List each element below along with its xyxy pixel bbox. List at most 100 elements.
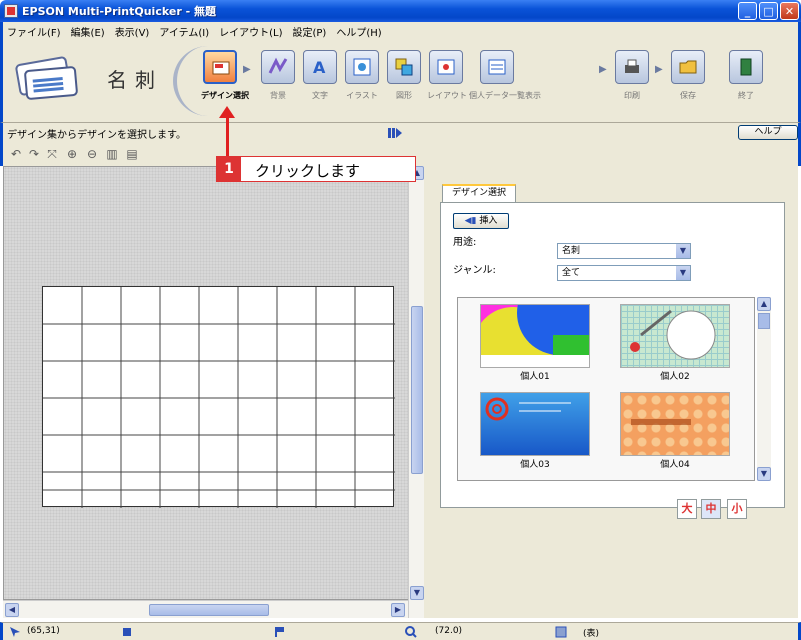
page-icon	[555, 626, 567, 638]
zoom-value: (72.0)	[435, 626, 463, 636]
step-instruction: クリックします	[255, 162, 361, 180]
design-thumbnail-list: 個人01 個人02 個人03 個人04	[457, 297, 755, 481]
layout-icon	[429, 50, 463, 84]
main-toolbar: 名刺 デザイン選択 ▶ 背景 A 文字 イラスト 図形 レイアウト 個人データ一…	[0, 40, 801, 122]
window-title: EPSON Multi-PrintQuicker - 無題	[22, 5, 216, 18]
size-small-button[interactable]: 小	[727, 499, 747, 519]
chevron-down-icon[interactable]: ▼	[676, 244, 690, 258]
scroll-down-icon[interactable]: ▼	[410, 586, 424, 600]
tool-label: 背景	[270, 91, 286, 100]
thumbnail-scrollbar[interactable]: ▲ ▼	[757, 297, 771, 481]
maximize-icon: □	[763, 4, 774, 18]
scroll-down-icon[interactable]: ▼	[757, 467, 771, 481]
help-button[interactable]: ヘルプ	[738, 125, 798, 140]
hint-text: デザイン集からデザインを選択します。	[7, 130, 186, 141]
tool-label: 保存	[680, 91, 696, 100]
scroll-right-icon[interactable]: ▶	[391, 603, 405, 617]
tool-save[interactable]: 保存	[669, 50, 707, 108]
shape-icon	[387, 50, 421, 84]
design-panel: デザイン選択 ◀▮ 挿入 用途: 名刺 ▼ ジャンル: 全て ▼ 個人01 個人…	[424, 166, 798, 618]
genre-select[interactable]: 全て ▼	[557, 265, 691, 281]
chevron-down-icon[interactable]: ▼	[676, 266, 690, 280]
pointer-icon	[121, 626, 133, 638]
usage-select[interactable]: 名刺 ▼	[557, 243, 691, 259]
size-medium-button[interactable]: 中	[701, 499, 721, 519]
tool-text[interactable]: A 文字	[301, 50, 339, 108]
tool-background[interactable]: 背景	[259, 50, 297, 108]
tool-layout[interactable]: レイアウト	[427, 50, 467, 108]
insert-label: 挿入	[479, 216, 498, 226]
close-button[interactable]: ✕	[780, 2, 799, 20]
card-sheet-grid[interactable]	[42, 286, 395, 508]
tool-print[interactable]: 印刷	[613, 50, 651, 108]
canvas-vertical-scrollbar[interactable]: ▲ ▼	[408, 166, 424, 618]
callout-arrow-head	[219, 106, 235, 118]
menu-settings[interactable]: 設定(P)	[292, 24, 326, 39]
tab-design-select[interactable]: デザイン選択	[442, 184, 516, 202]
tool-personal-data[interactable]: 個人データ一覧表示	[469, 50, 541, 108]
scroll-thumb[interactable]	[149, 604, 269, 616]
usage-label: 用途:	[453, 237, 477, 248]
fit-icon[interactable]: ⤧	[45, 147, 59, 161]
background-icon	[261, 50, 295, 84]
size-large-button[interactable]: 大	[677, 499, 697, 519]
scroll-thumb[interactable]	[411, 306, 423, 474]
instruction-callout: 1 クリックします	[216, 156, 416, 182]
tool-illustration[interactable]: イラスト	[343, 50, 381, 108]
tool-design-select[interactable]: デザイン選択	[201, 50, 249, 108]
exit-icon	[729, 50, 763, 84]
tool-shape[interactable]: 図形	[385, 50, 423, 108]
tool-label: 個人データ一覧表示	[469, 91, 541, 100]
flow-arrow-icon: ▶	[243, 64, 251, 75]
tool-exit[interactable]: 終了	[727, 50, 765, 108]
canvas-area[interactable]	[3, 166, 421, 600]
design-preview-image	[620, 304, 730, 368]
design-preview-image	[620, 392, 730, 456]
menu-view[interactable]: 表示(V)	[115, 24, 150, 39]
tool-label: 終了	[738, 91, 754, 100]
menu-help[interactable]: ヘルプ(H)	[336, 24, 381, 39]
scroll-up-icon[interactable]: ▲	[757, 297, 771, 311]
cursor-icon	[9, 626, 21, 638]
tool-label: 印刷	[624, 91, 640, 100]
toggle-panel-icon[interactable]	[388, 128, 402, 138]
zoom-out-icon[interactable]: ⊖	[85, 147, 99, 161]
tool-label: 図形	[396, 91, 412, 100]
undo-icon[interactable]: ↶	[9, 147, 23, 161]
thumbnail-caption: 個人03	[520, 460, 550, 470]
design-thumbnail[interactable]: 個人04	[610, 390, 740, 472]
maximize-button[interactable]: □	[759, 2, 778, 20]
text-icon: A	[303, 50, 337, 84]
menu-edit[interactable]: 編集(E)	[71, 24, 105, 39]
insert-button[interactable]: ◀▮ 挿入	[453, 213, 509, 229]
design-thumbnail[interactable]: 個人01	[470, 302, 600, 384]
genre-label: ジャンル:	[453, 265, 496, 276]
flag-icon	[273, 626, 285, 638]
design-thumbnail[interactable]: 個人02	[610, 302, 740, 384]
scroll-thumb[interactable]	[758, 313, 770, 329]
properties-icon[interactable]: ▤	[125, 147, 139, 161]
menu-layout[interactable]: レイアウト(L)	[219, 24, 282, 39]
menu-file[interactable]: ファイル(F)	[7, 24, 61, 39]
callout-arrow	[226, 114, 229, 158]
flow-arrow-icon: ▶	[599, 64, 607, 75]
menu-item[interactable]: アイテム(I)	[159, 24, 209, 39]
zoom-in-icon[interactable]: ⊕	[65, 147, 79, 161]
scroll-left-icon[interactable]: ◀	[5, 603, 19, 617]
save-icon	[671, 50, 705, 84]
design-thumbnail[interactable]: 個人03	[470, 390, 600, 472]
grid-lines	[43, 287, 395, 508]
tool-label: 文字	[312, 91, 328, 100]
status-bar: (65,31) (72.0) (表)	[0, 622, 801, 640]
canvas-horizontal-scrollbar[interactable]: ◀ ▶	[3, 600, 408, 618]
redo-icon[interactable]: ↷	[27, 147, 41, 161]
thumbnail-caption: 個人04	[660, 460, 690, 470]
thumbnail-caption: 個人02	[660, 372, 690, 382]
close-icon: ✕	[784, 4, 795, 18]
design-select-icon	[203, 50, 237, 84]
design-preview-image	[480, 304, 590, 368]
zoom-icon	[405, 626, 417, 638]
illustration-icon	[345, 50, 379, 84]
delete-icon[interactable]: ▥	[105, 147, 119, 161]
minimize-button[interactable]: _	[738, 2, 757, 20]
